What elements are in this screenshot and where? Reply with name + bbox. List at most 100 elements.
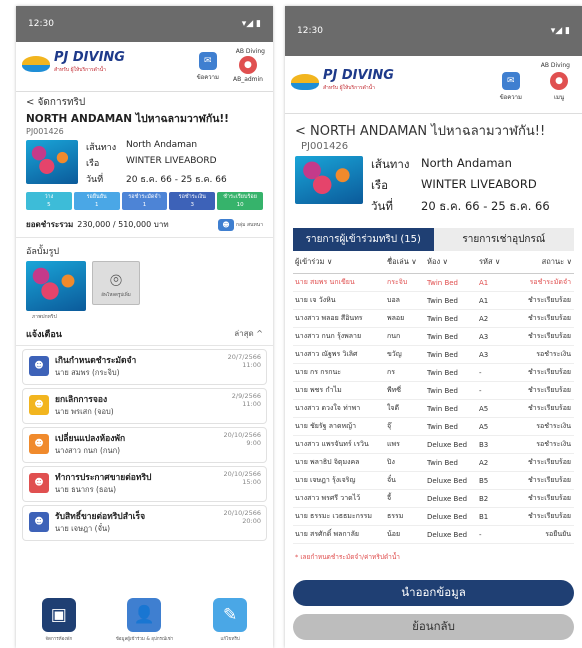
table-row[interactable]: นาย สมพร นกเขียน กระจิบ Twin Bed A1 รอชำระมั… (293, 273, 574, 292)
participant-name: นาย เจ วังหิน (293, 291, 385, 310)
status-count-box[interactable]: รอชำระเงิน 3 (169, 192, 216, 210)
notification-date: 2/9/2566 (231, 392, 261, 400)
notification-subtitle: นาย ธนากร (ธอน) (55, 485, 117, 494)
avatar-icon: ● (238, 56, 257, 74)
notification-item[interactable]: ☻ เปลี่ยนแปลงห้องพัก นางสาว กนก (กนก) 20/10… (22, 427, 267, 463)
menu-button[interactable]: ● เมนู (550, 72, 568, 102)
status-count-box[interactable]: รอยืนยัน 1 (73, 192, 120, 210)
app-header: PJ DIVING สำหรับ ผู้ให้บริการดำน้ำ AB Di… (285, 56, 582, 114)
status-count-box[interactable]: ว่าง 5 (26, 192, 72, 210)
payment-status: ชำระเรียบร้อย (510, 453, 574, 472)
group-chat-button[interactable]: ☻ กลุ่ม สนทนา (218, 218, 263, 231)
boat-label: เรือ (86, 159, 100, 169)
table-row[interactable]: นาย ชัยรัฐ ลาดหญ้า จุ๊ Twin Bed A5 รอชำระเงิ… (293, 417, 574, 436)
col-status[interactable]: สถานะ ∨ (510, 251, 574, 274)
table-row[interactable]: นาย เจ วังหิน บอล Twin Bed A1 ชำระเรียบร้อย (293, 291, 574, 310)
notification-datetime: 2/9/2566 11:00 (232, 392, 261, 408)
participant-nickname: พีทซี่ (385, 381, 425, 400)
table-row[interactable]: นางสาว กนก รุ้งพลาย กนก Twin Bed A3 ชำระเรีย… (293, 327, 574, 346)
table-row[interactable]: นาย สรศักดิ์ พลกาลัย น้อย Deluxe Bed - รอยืน… (293, 525, 574, 544)
table-row[interactable]: นางสาว แพรจันทร์ เรวิน แพร Deluxe Bed B3 รอช… (293, 435, 574, 454)
notification-item[interactable]: ☻ รับสิทธิ์ขายต่อทริปสำเร็จ นาย เจษฎา (จั๋… (22, 505, 267, 541)
bottom-nav-item[interactable]: 👤 ข้อมูลผู้เข้าร่วม & อุปกรณ์เช่า (109, 598, 179, 648)
payment-status: รอยืนยัน (510, 525, 574, 544)
album-photo[interactable] (26, 261, 86, 311)
participant-name: นางสาว ดวงใจ ท่าพา (293, 399, 385, 418)
tab-participants[interactable]: รายการผู้เข้าร่วมทริป (15) (293, 228, 434, 251)
participants-screen: 12:30 ▾◢ ▮ PJ DIVING สำหรับ ผู้ให้บริการ… (285, 6, 582, 648)
chat-icon: ✉ (198, 52, 217, 70)
date-label: วันที่ (86, 175, 104, 185)
col-nickname[interactable]: ชื่อเล่น ∨ (385, 251, 425, 274)
table-row[interactable]: นางสาว ณัฐพร วิเลิศ ขวัญ Twin Bed A3 รอชำระเ… (293, 345, 574, 364)
participants-table: ผู้เข้าร่วม ∨ ชื่อเล่น ∨ ห้อง ∨ รหัส ∨ ส… (293, 251, 574, 544)
payment-status: รอชำระมัดจำ (510, 273, 574, 292)
back-link[interactable]: < NORTH ANDAMAN ไปหาฉลามวาฬกัน!! (285, 114, 582, 141)
room-code: A2 (477, 453, 510, 472)
upload-photo-label: อัพโหลดรูปเพิ่ม (101, 292, 131, 298)
pencil-icon: ✎ (213, 598, 248, 632)
participant-name: นาย สมพร นกเขียน (293, 273, 385, 292)
table-row[interactable]: นาย กร กรกนะ กร Twin Bed - ชำระเรียบร้อย (293, 363, 574, 382)
brand-logo[interactable]: PJ DIVING สำหรับ ผู้ให้บริการดำน้ำ (291, 68, 394, 94)
table-row[interactable]: นางสาว พรศรี วาดไว้ จี้ Deluxe Bed B2 ชำระเร… (293, 489, 574, 508)
chat-button[interactable]: ✉ ข้อความ (500, 72, 522, 102)
notifications-title: แจ้งเตือน (26, 330, 62, 340)
table-row[interactable]: นางสาว พลอย สีอินทร พลอย Twin Bed A2 ชำระเรี… (293, 309, 574, 328)
upload-photo-button[interactable]: ⌾ อัพโหลดรูปเพิ่ม (92, 261, 140, 305)
table-row[interactable]: นาย ธรรมะ เวธธมะกรรม ธรรม Deluxe Bed B1 ชำระ… (293, 507, 574, 526)
status-count-value: 3 (190, 202, 195, 208)
album-caption: ภาพปกทริป (32, 314, 57, 320)
table-header-row: ผู้เข้าร่วม ∨ ชื่อเล่น ∨ ห้อง ∨ รหัส ∨ ส… (293, 251, 574, 274)
room-code: - (477, 363, 510, 382)
trip-cover-image (295, 156, 363, 204)
notification-item[interactable]: ☻ ยกเลิกการจอง นาย พรเสก (จอบ) 2/9/2566 11:0… (22, 388, 267, 424)
table-row[interactable]: นางสาว ดวงใจ ท่าพา ใจดี Twin Bed A5 ชำระเรีย… (293, 399, 574, 418)
back-link[interactable]: < จัดการทริป (16, 92, 273, 110)
diver-icon: ☻ (29, 434, 49, 454)
status-count-label: รอชำระมัดจำ (128, 194, 161, 200)
col-code[interactable]: รหัส ∨ (477, 251, 510, 274)
notifications-header: แจ้งเตือน ล่าสุด ^ (16, 323, 273, 346)
col-participant[interactable]: ผู้เข้าร่วม ∨ (293, 251, 385, 274)
notification-date: 20/10/2566 (223, 431, 261, 439)
trip-summary: เส้นทาง North Andaman เรือ WINTER LIVEAB… (285, 152, 582, 220)
notification-time: 11:00 (242, 361, 261, 369)
route-label: เส้นทาง (86, 143, 117, 153)
admin-button[interactable]: ● AB_admin (233, 56, 263, 83)
bottom-nav-item[interactable]: ✎ แก้ไขทริป (195, 598, 265, 648)
participant-name: นาย สรศักดิ์ พลกาลัย (293, 525, 385, 544)
boat-value: WINTER LIVEABORD (126, 156, 217, 166)
diver-icon: ☻ (29, 473, 49, 493)
participant-nickname: กระจิบ (385, 273, 425, 292)
table-row[interactable]: นาย พชร กำไม พีทซี่ Twin Bed - ชำระเรียบร้อย (293, 381, 574, 400)
company-name: AB Diving (540, 62, 570, 69)
notification-item[interactable]: ☻ ทำการประกาศขายต่อทริป นาย ธนากร (ธอน) 20/… (22, 466, 267, 502)
room-code: B3 (477, 435, 510, 454)
tab-equipment-rental[interactable]: รายการเช่าอุปกรณ์ (433, 228, 574, 251)
status-count-box[interactable]: ชำระเรียบร้อย 10 (217, 192, 263, 210)
notification-item[interactable]: ☻ เกินกำหนดชำระมัดจำ นาย สมพร (กระจิบ) 20/7… (22, 349, 267, 385)
chat-button[interactable]: ✉ ข้อความ (197, 52, 219, 82)
date-value: 20 ธ.ค. 66 - 25 ธ.ค. 66 (421, 199, 550, 213)
status-count-box[interactable]: รอชำระมัดจำ 1 (121, 192, 168, 210)
payment-status: ชำระเรียบร้อย (510, 507, 574, 526)
participant-nickname: กร (385, 363, 425, 382)
export-button[interactable]: นำออกข้อมูล (293, 580, 574, 606)
bottom-nav-item[interactable]: ▣ จัดการห้องพัก (24, 598, 94, 648)
table-row[interactable]: นาย เจษฎา รุ้งเจริญ จั๋น Deluxe Bed B5 ชำระเ… (293, 471, 574, 490)
room-type: Deluxe Bed (425, 435, 477, 454)
notification-subtitle: นาย พรเสก (จอบ) (55, 407, 114, 416)
payment-value: 230,000 / 510,000 บาท (77, 220, 169, 229)
table-row[interactable]: นาย พลาธิป จิตุมงคล ปิง Twin Bed A2 ชำระเรีย… (293, 453, 574, 472)
status-count-value: 1 (142, 202, 147, 208)
back-button[interactable]: ย้อนกลับ (293, 614, 574, 640)
room-code: A1 (477, 291, 510, 310)
notification-title: เปลี่ยนแปลงห้องพัก (55, 434, 126, 444)
sort-dropdown[interactable]: ล่าสุด ^ (234, 327, 263, 341)
brand-logo[interactable]: PJ DIVING สำหรับ ผู้ให้บริการดำน้ำ (22, 51, 125, 76)
col-room[interactable]: ห้อง ∨ (425, 251, 477, 274)
boat-value: WINTER LIVEABORD (421, 177, 537, 191)
participant-name: นาย พลาธิป จิตุมงคล (293, 453, 385, 472)
brand-name: PJ DIVING (323, 68, 394, 83)
